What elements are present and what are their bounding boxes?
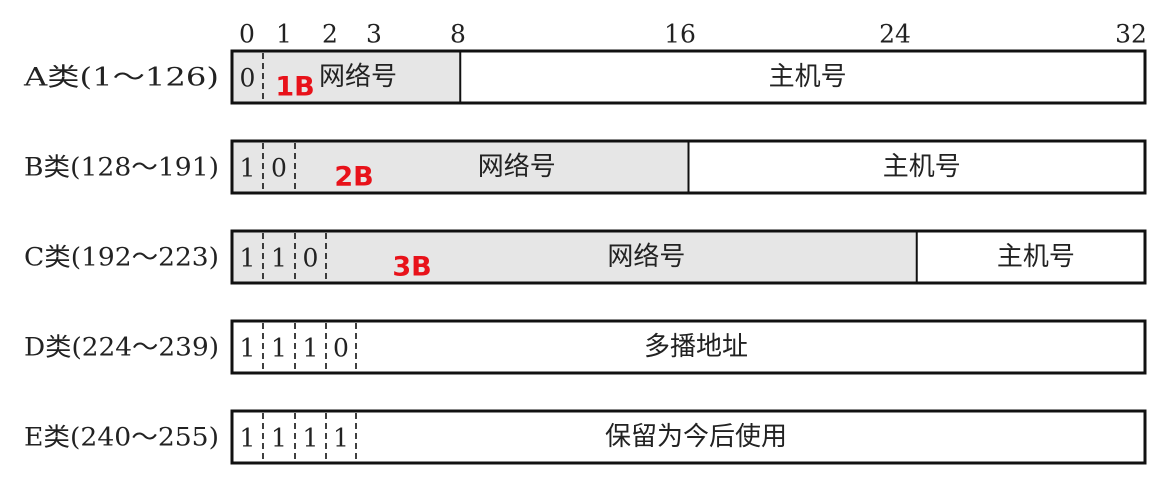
class-label: E类(240～255) [24,423,219,452]
prefix-bit: 0 [333,334,349,363]
prefix-bit: 1 [271,244,287,273]
bit-scale-label: 32 [1115,20,1147,49]
prefix-bit: 1 [240,334,256,363]
prefix-bit: 1 [303,424,319,453]
class-row: B类(128～191) 1 0 网络号 主机号 2B [24,139,1147,195]
bit-scale-label: 0 [239,20,255,49]
prefix-bit: 1 [240,154,256,183]
prefix-bit: 0 [240,64,256,93]
class-row: D类(224～239) 1 1 1 0 多播地址 [24,319,1147,375]
class-label: D类(224～239) [24,333,219,362]
class-rows: A类(1～126) 0 网络号 主机号1BB类(128～191) 1 0 网络号 主机号2BC… [23,49,1147,465]
prefix-bit: 1 [333,424,349,453]
prefix-bit: 0 [271,154,287,183]
bit-scale-label: 3 [366,20,382,49]
prefix-bit: 0 [303,244,319,273]
bit-scale-label: 8 [450,20,466,49]
class-row: A类(1～126) 0 网络号 主机号 1B [23,49,1147,105]
bit-scale-label: 16 [664,20,696,49]
prefix-bit: 1 [240,244,256,273]
class-label: C类(192～223) [24,243,219,272]
class-row: E类(240～255) 1 1 1 1 保留为今后使用 [24,409,1147,465]
address-purpose-label: 多播地址 [644,332,748,362]
class-row: C类(192～223) 1 1 0 网络号 主机号3B [24,229,1147,285]
network-field [232,141,689,193]
class-label: A类(1～126) [23,63,219,92]
bit-scale-label: 24 [879,20,911,49]
address-purpose-label: 保留为今后使用 [605,422,787,452]
bit-scale-label: 2 [322,20,338,49]
host-label: 主机号 [769,62,847,92]
prefix-bit: 1 [271,334,287,363]
byte-annotation: 2B [334,162,373,193]
host-label: 主机号 [997,242,1075,272]
network-label: 网络号 [607,242,685,272]
byte-annotation: 1B [275,72,314,103]
prefix-bit: 1 [240,424,256,453]
prefix-bit: 1 [271,424,287,453]
host-label: 主机号 [883,152,961,182]
network-field [232,231,917,283]
class-label: B类(128～191) [24,153,219,182]
network-label: 网络号 [478,152,556,182]
byte-annotation: 3B [392,252,431,283]
ip-address-class-diagram: 0 1 2 3 8 16 24 32 A类(1～126) 0 网络号 主机号1BB类(128～191… [23,20,1147,465]
bit-scale: 0 1 2 3 8 16 24 32 [239,20,1147,49]
bit-scale-label: 1 [276,20,292,49]
network-label: 网络号 [319,62,397,92]
prefix-bit: 1 [303,334,319,363]
